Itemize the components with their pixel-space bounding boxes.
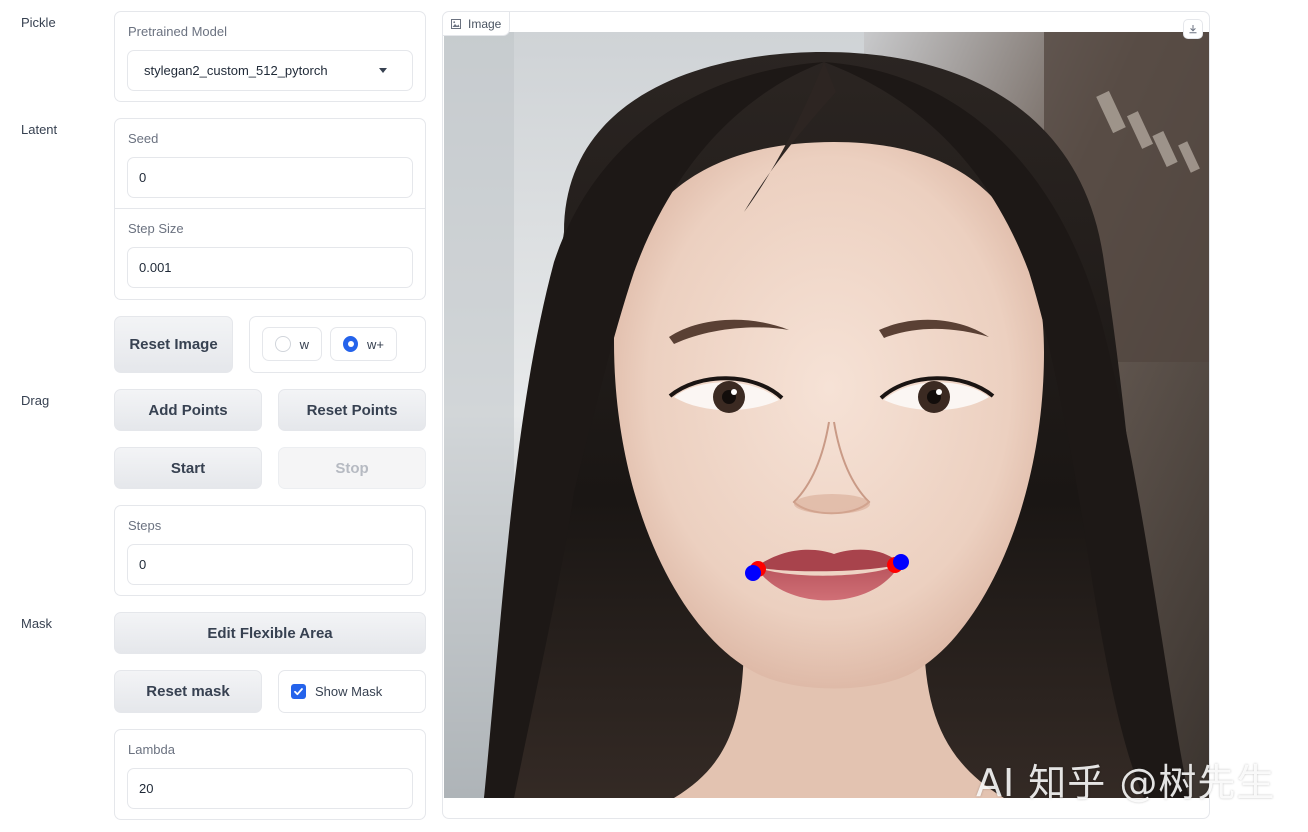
latent-panel: Seed 0 Step Size 0.001	[114, 118, 426, 300]
pretrained-model-value: stylegan2_custom_512_pytorch	[144, 63, 328, 78]
checkbox-checked-icon	[291, 684, 306, 699]
download-icon[interactable]	[1183, 19, 1203, 39]
image-tag-label: Image	[468, 16, 502, 31]
edit-flexible-area-button[interactable]: Edit Flexible Area	[114, 612, 426, 654]
seed-input[interactable]: 0	[127, 157, 413, 198]
radio-option-wplus[interactable]: w+	[330, 327, 397, 361]
chevron-down-icon	[379, 68, 387, 73]
radio-option-w[interactable]: w	[262, 327, 322, 361]
pretrained-model-label: Pretrained Model	[128, 24, 227, 39]
reset-mask-button[interactable]: Reset mask	[114, 670, 262, 713]
section-label-drag: Drag	[21, 393, 50, 408]
watermark: AI 知乎 @树先生	[976, 761, 1276, 805]
radio-checked-icon	[343, 336, 359, 352]
step-size-input[interactable]: 0.001	[127, 247, 413, 288]
divider	[115, 208, 425, 209]
pretrained-model-dropdown[interactable]: stylegan2_custom_512_pytorch	[127, 50, 413, 91]
show-mask-checkbox[interactable]: Show Mask	[278, 670, 426, 713]
reset-points-button[interactable]: Reset Points	[278, 389, 426, 431]
radio-option-wplus-label: w+	[367, 336, 384, 352]
seed-label: Seed	[128, 131, 159, 146]
lambda-panel: Lambda 20	[114, 729, 426, 820]
steps-input[interactable]: 0	[127, 544, 413, 585]
steps-panel: Steps 0	[114, 505, 426, 596]
start-button[interactable]: Start	[114, 447, 262, 489]
image-tag: Image	[443, 12, 511, 36]
section-label-pickle: Pickle	[21, 15, 56, 30]
latent-space-radio-group: w w+	[249, 316, 426, 373]
section-label-latent: Latent	[21, 122, 58, 137]
lambda-label: Lambda	[128, 742, 175, 757]
radio-unchecked-icon	[275, 336, 291, 352]
stop-button[interactable]: Stop	[278, 447, 426, 489]
section-label-mask: Mask	[21, 616, 53, 631]
reset-image-button[interactable]: Reset Image	[114, 316, 233, 373]
target-point[interactable]	[745, 565, 761, 581]
add-points-button[interactable]: Add Points	[114, 389, 262, 431]
steps-label: Steps	[128, 518, 162, 533]
pretrained-model-panel: Pretrained Model stylegan2_custom_512_py…	[114, 11, 426, 102]
image-icon	[451, 18, 461, 29]
image-panel: Image	[442, 11, 1210, 819]
step-size-label: Step Size	[128, 221, 184, 236]
radio-option-w-label: w	[299, 336, 309, 352]
show-mask-label: Show Mask	[315, 684, 383, 699]
portrait-image[interactable]	[444, 32, 1209, 798]
drag-image-canvas[interactable]	[444, 32, 1209, 798]
target-point[interactable]	[893, 554, 909, 570]
lambda-input[interactable]: 20	[127, 768, 413, 809]
